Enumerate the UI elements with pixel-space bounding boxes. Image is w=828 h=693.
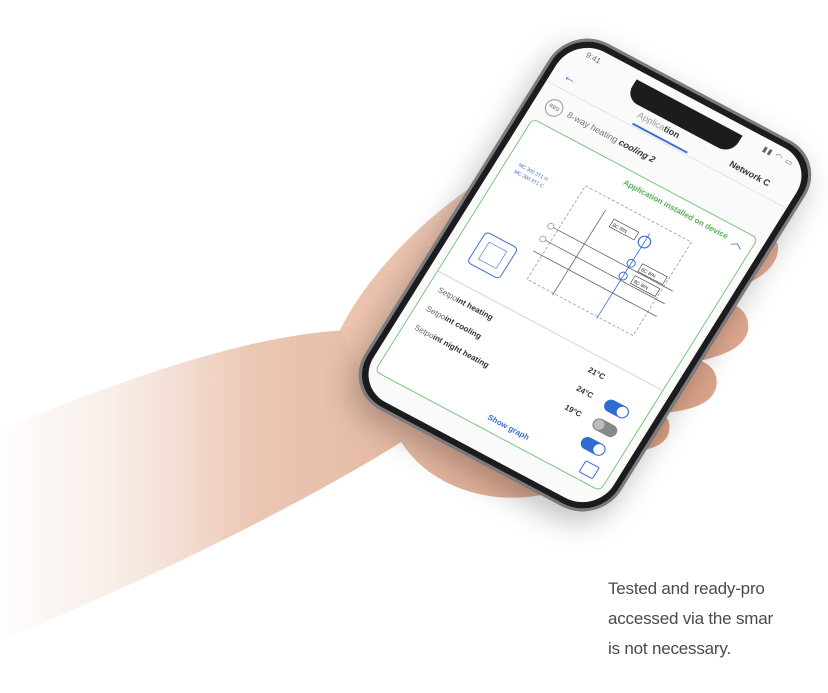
chevron-up-icon[interactable]: ︿ (728, 233, 748, 253)
toggle-knob (591, 417, 607, 432)
caption-line-2: accessed via the smar (608, 609, 773, 628)
caption-line-3: is not necessary. (608, 639, 731, 658)
app-logo: REG (541, 96, 567, 120)
caption-line-1: Tested and ready-pro (608, 579, 765, 598)
application-title-bold: cooling 2 (616, 137, 658, 165)
chart-icon[interactable] (578, 460, 600, 480)
toggle-knob (591, 442, 607, 457)
valve-symbol (547, 222, 555, 230)
device-thumbnail (468, 232, 518, 279)
back-arrow-icon[interactable]: ← (561, 67, 582, 87)
setting-value: 24°C (574, 384, 596, 401)
setting-value: 21°C (586, 365, 607, 382)
tab-network[interactable]: Network C (728, 159, 773, 188)
setting-value: 19°C (562, 402, 584, 419)
toggle-knob (614, 404, 631, 420)
diagram-line (596, 233, 651, 319)
diagram-line (552, 209, 606, 296)
status-time: 9:41 (584, 50, 603, 66)
diagram-line (548, 224, 673, 292)
caption-text: Tested and ready-pro accessed via the sm… (608, 574, 828, 664)
valve-symbol (539, 235, 547, 243)
